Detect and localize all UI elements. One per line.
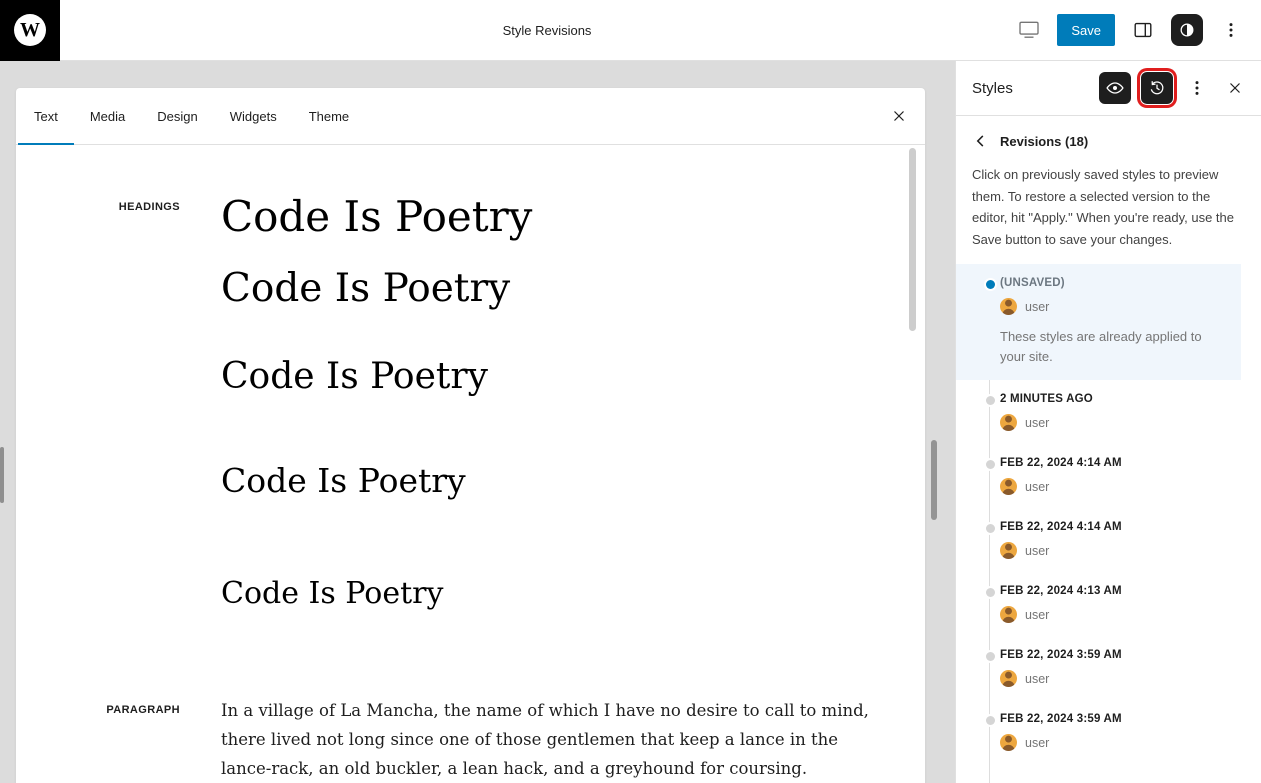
tab-design[interactable]: Design bbox=[141, 88, 213, 144]
revision-dot bbox=[986, 524, 995, 533]
headings-stack: Code Is Poetry Code Is Poetry Code Is Poet… bbox=[180, 193, 925, 612]
avatar bbox=[1000, 414, 1017, 431]
revision-label: (UNSAVED) bbox=[1000, 277, 1221, 289]
revision-author-name: user bbox=[1025, 608, 1049, 622]
preview-heading: Code Is Poetry bbox=[221, 193, 925, 241]
revisions-button[interactable] bbox=[1141, 72, 1173, 104]
avatar bbox=[1000, 542, 1017, 559]
laptop-icon bbox=[1018, 21, 1040, 39]
close-style-book-button[interactable] bbox=[881, 98, 917, 134]
close-icon bbox=[890, 107, 908, 125]
revision-author: user bbox=[1000, 734, 1241, 751]
tab-theme[interactable]: Theme bbox=[293, 88, 365, 144]
revision-author-name: user bbox=[1025, 736, 1049, 750]
close-sidebar-button[interactable] bbox=[1221, 72, 1249, 104]
revision-author: user bbox=[1000, 414, 1241, 431]
style-book-toggle-button[interactable] bbox=[1099, 72, 1131, 104]
avatar bbox=[1000, 478, 1017, 495]
revision-author: user bbox=[1000, 542, 1241, 559]
revision-item[interactable]: FEB 22, 2024 4:13 AM user bbox=[956, 572, 1261, 636]
avatar bbox=[1000, 734, 1017, 751]
paragraph-section: PARAGRAPH In a village of La Mancha, the… bbox=[16, 696, 925, 783]
revision-author: user bbox=[1000, 670, 1241, 687]
revision-author-name: user bbox=[1025, 544, 1049, 558]
revision-author-name: user bbox=[1025, 300, 1049, 314]
revision-author-name: user bbox=[1025, 672, 1049, 686]
revision-dot bbox=[986, 460, 995, 469]
revision-dot bbox=[986, 588, 995, 597]
revisions-back-button[interactable]: Revisions (18) bbox=[956, 116, 1261, 162]
options-kebab-icon bbox=[1187, 78, 1207, 98]
revision-item[interactable]: FEB 22, 2024 4:14 AM user bbox=[956, 508, 1261, 572]
tab-widgets[interactable]: Widgets bbox=[214, 88, 293, 144]
revision-author-name: user bbox=[1025, 416, 1049, 430]
styles-options-button[interactable] bbox=[1183, 72, 1211, 104]
paragraph-section-label: PARAGRAPH bbox=[16, 696, 180, 783]
revision-author-name: user bbox=[1025, 480, 1049, 494]
revision-dot bbox=[986, 716, 995, 725]
revision-label: FEB 22, 2024 4:14 AM bbox=[1000, 457, 1241, 469]
preview-paragraph: In a village of La Mancha, the name of w… bbox=[221, 696, 876, 783]
revisions-list: (UNSAVED) user These styles are already ap… bbox=[956, 264, 1261, 783]
editor-canvas: TextMediaDesignWidgetsTheme HEADINGS Cod… bbox=[0, 61, 955, 783]
options-kebab-icon bbox=[1221, 20, 1241, 40]
panel-tabs: TextMediaDesignWidgetsTheme bbox=[18, 88, 365, 144]
sidebar-toggle-icon bbox=[1132, 19, 1154, 41]
canvas-scrollbar[interactable] bbox=[931, 440, 937, 520]
sidebar-title: Styles bbox=[972, 80, 1013, 97]
revisions-count-label: Revisions (18) bbox=[1000, 134, 1088, 149]
revision-label: FEB 22, 2024 4:13 AM bbox=[1000, 585, 1241, 597]
revision-note: These styles are already applied to your… bbox=[1000, 327, 1221, 367]
revision-author: user bbox=[1000, 298, 1221, 315]
revision-item[interactable]: FEB 22, 2024 3:59 AM user bbox=[956, 700, 1261, 764]
styles-sidebar-header: Styles bbox=[956, 61, 1261, 116]
revision-item[interactable]: FEB 22, 2024 3:59 AM user bbox=[956, 636, 1261, 700]
revision-label: 2 MINUTES AGO bbox=[1000, 393, 1241, 405]
avatar bbox=[1000, 670, 1017, 687]
style-book-body: HEADINGS Code Is PoetryCode Is PoetryCod… bbox=[16, 145, 925, 783]
styles-button[interactable] bbox=[1171, 14, 1203, 46]
tab-media[interactable]: Media bbox=[74, 88, 141, 144]
preview-heading: Code Is Poetry bbox=[221, 462, 925, 500]
styles-contrast-icon bbox=[1177, 20, 1197, 40]
revision-author: user bbox=[1000, 606, 1241, 623]
revision-label: FEB 22, 2024 3:59 AM bbox=[1000, 649, 1241, 661]
avatar bbox=[1000, 298, 1017, 315]
eye-icon bbox=[1105, 78, 1125, 98]
page-title: Style Revisions bbox=[503, 23, 592, 38]
history-icon bbox=[1147, 78, 1167, 98]
preview-device-button[interactable] bbox=[1011, 12, 1047, 48]
unsaved-revision-dot bbox=[986, 280, 995, 289]
revision-item[interactable]: (UNSAVED) user These styles are already ap… bbox=[956, 264, 1241, 380]
style-book-panel: TextMediaDesignWidgetsTheme HEADINGS Cod… bbox=[16, 88, 925, 783]
chevron-left-icon bbox=[970, 130, 992, 152]
wordpress-logo[interactable]: W bbox=[0, 0, 60, 61]
close-icon bbox=[1226, 79, 1244, 97]
revision-author: user bbox=[1000, 478, 1241, 495]
revision-label: FEB 22, 2024 3:59 AM bbox=[1000, 713, 1241, 725]
headings-section-label: HEADINGS bbox=[16, 193, 180, 612]
options-menu-button[interactable] bbox=[1213, 12, 1249, 48]
top-bar: W Style Revisions Save bbox=[0, 0, 1261, 61]
left-scrollbar[interactable] bbox=[0, 447, 4, 503]
tab-text[interactable]: Text bbox=[18, 88, 74, 144]
revision-dot bbox=[986, 396, 995, 405]
headings-section: HEADINGS Code Is PoetryCode Is PoetryCod… bbox=[16, 193, 925, 612]
preview-heading: Code Is Poetry bbox=[221, 267, 925, 312]
avatar bbox=[1000, 606, 1017, 623]
wordpress-icon: W bbox=[14, 14, 46, 46]
revision-dot bbox=[986, 652, 995, 661]
revision-item[interactable]: 2 MINUTES AGO user bbox=[956, 380, 1261, 444]
revisions-description: Click on previously saved styles to prev… bbox=[956, 164, 1261, 250]
save-button[interactable]: Save bbox=[1057, 14, 1115, 46]
preview-heading: Code Is Poetry bbox=[221, 577, 925, 612]
revision-item[interactable]: FEB 22, 2024 4:14 AM user bbox=[956, 444, 1261, 508]
preview-heading: Code Is Poetry bbox=[221, 356, 925, 397]
revision-label: FEB 22, 2024 4:14 AM bbox=[1000, 521, 1241, 533]
topbar-actions: Save bbox=[1011, 12, 1261, 48]
style-book-tabs-row: TextMediaDesignWidgetsTheme bbox=[16, 88, 925, 145]
settings-sidebar-toggle-button[interactable] bbox=[1125, 12, 1161, 48]
styles-sidebar: Styles bbox=[955, 61, 1261, 783]
panel-scrollbar[interactable] bbox=[909, 148, 916, 331]
